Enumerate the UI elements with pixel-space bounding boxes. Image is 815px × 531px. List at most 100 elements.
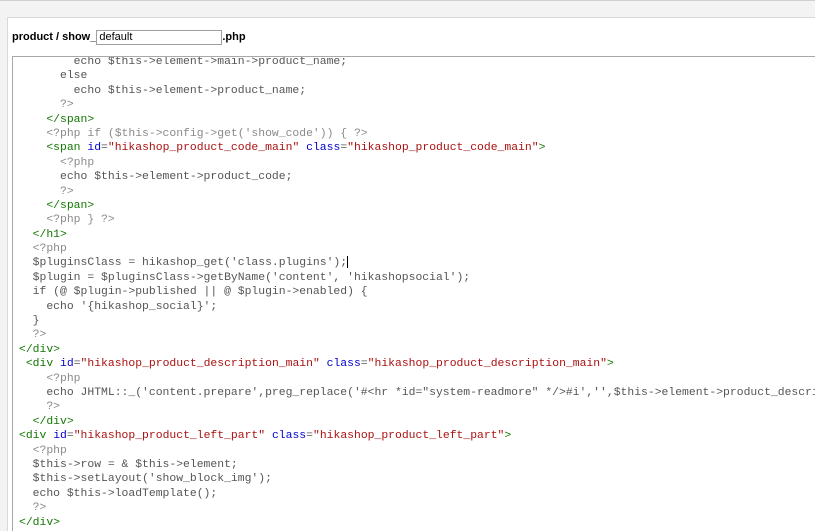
- code-token-str: "hikashop_product_code_main": [347, 142, 539, 155]
- code-line: <?php: [19, 156, 815, 170]
- code-line: $pluginsClass = hikashop_get('class.plug…: [19, 256, 815, 270]
- file-name-header: product / show_ .php: [12, 28, 246, 46]
- code-line: <?php: [19, 242, 815, 256]
- code-line: <div id="hikashop_product_description_ma…: [19, 357, 815, 371]
- code-token-str: "hikashop_product_left_part": [73, 430, 266, 443]
- code-token-attr: id: [60, 358, 74, 371]
- code-token-attr: class: [306, 142, 341, 155]
- code-line: </span>: [19, 113, 815, 127]
- code-token-text: }: [19, 315, 40, 328]
- code-token-php: ?>: [19, 329, 47, 342]
- code-line: ?>: [19, 98, 815, 112]
- code-token-tag: >: [504, 430, 512, 443]
- code-line: ?>: [19, 185, 815, 199]
- code-line: </h1>: [19, 228, 815, 242]
- code-line: </span>: [19, 199, 815, 213]
- code-token-tag: </div>: [19, 516, 61, 529]
- code-editor[interactable]: echo $this->element->main->product_name;…: [12, 56, 815, 531]
- code-token-text: $pluginsClass = hikashop_get('class.plug…: [19, 257, 348, 270]
- code-token-tag: <span: [46, 142, 81, 155]
- code-token-text: else: [19, 70, 88, 83]
- code-line: $this->setLayout('show_block_img');: [19, 472, 815, 486]
- code-token-tag: </div>: [19, 343, 61, 356]
- code-token-str: "hikashop_product_description_main": [80, 358, 320, 371]
- code-token-attr: class: [326, 358, 361, 371]
- code-line: <span id="hikashop_product_code_main" cl…: [19, 141, 815, 155]
- code-line: <?php if ($this->config->get('show_code'…: [19, 127, 815, 141]
- template-name-input[interactable]: [96, 29, 223, 45]
- code-line: $this->row = & $this->element;: [19, 458, 815, 472]
- code-token-tag: >: [538, 142, 546, 155]
- code-token-php: <?php: [19, 372, 81, 385]
- code-token-attr: id: [53, 430, 67, 443]
- code-token-tag: </span>: [46, 199, 95, 212]
- code-token-php: ?>: [19, 185, 74, 198]
- code-line: </div>: [19, 415, 815, 429]
- code-line: ?>: [19, 501, 815, 515]
- code-line: <div id="hikashop_product_left_part" cla…: [19, 429, 815, 443]
- code-token-text: =: [66, 430, 74, 443]
- code-line: if (@ $plugin->published || @ $plugin->e…: [19, 285, 815, 299]
- code-token-php: <?php: [19, 156, 95, 169]
- code-token-text: $plugin = $pluginsClass->getByName('cont…: [19, 271, 471, 284]
- code-line: echo '{hikashop_social}';: [19, 300, 815, 314]
- code-line: </div>: [19, 516, 815, 530]
- code-token-tag: </h1>: [32, 228, 67, 241]
- code-token-text: echo $this->element->main->product_name;: [19, 56, 348, 68]
- code-token-text: echo $this->element->product_code;: [19, 171, 293, 184]
- code-token-text: echo $this->loadTemplate();: [19, 487, 218, 500]
- code-token-tag: >: [606, 358, 614, 371]
- code-token-attr: class: [271, 430, 307, 443]
- code-line: <?php: [19, 444, 815, 458]
- code-token-php: <?php: [19, 243, 67, 256]
- code-line: else: [19, 69, 815, 83]
- code-token-text: echo '{hikashop_social}';: [19, 300, 218, 313]
- code-line: echo $this->loadTemplate();: [19, 487, 815, 501]
- code-line: ?>: [19, 400, 815, 414]
- code-token-text: =: [101, 142, 108, 155]
- code-token-text: echo JHTML::_('content.prepare',preg_rep…: [19, 386, 815, 399]
- code-token-tag: <div: [19, 430, 47, 443]
- code-token-tag: </div>: [32, 415, 74, 428]
- code-line: echo $this->element->product_name;: [19, 84, 815, 98]
- code-token-php: ?>: [19, 502, 47, 515]
- code-token-str: "hikashop_product_description_main": [367, 358, 607, 371]
- code-content: echo $this->element->main->product_name;…: [19, 56, 815, 531]
- code-token-php: <?php if ($this->config->get('show_code'…: [19, 127, 368, 140]
- code-token-text: if (@ $plugin->published || @ $plugin->e…: [19, 286, 368, 299]
- code-token-text: =: [306, 430, 313, 443]
- text-cursor: [347, 256, 349, 269]
- code-line: </div>: [19, 343, 815, 357]
- code-token-text: =: [360, 358, 368, 371]
- code-token-str: "hikashop_product_left_part": [312, 430, 505, 443]
- code-token-attr: id: [87, 142, 102, 155]
- code-token-php: <?php: [19, 444, 67, 457]
- code-token-php: ?>: [19, 401, 61, 414]
- code-token-php: ?>: [19, 99, 74, 112]
- code-token-text: =: [73, 358, 81, 371]
- code-line: <?php: [19, 372, 815, 386]
- code-line: $plugin = $pluginsClass->getByName('cont…: [19, 271, 815, 285]
- file-extension: .php: [222, 31, 246, 43]
- code-token-php: <?php } ?>: [19, 214, 115, 227]
- code-line: }: [19, 314, 815, 328]
- code-token-tag: <div: [25, 358, 54, 371]
- code-token-str: "hikashop_product_code_main": [107, 142, 300, 155]
- code-token-text: $this->row = & $this->element;: [19, 458, 238, 471]
- code-line: ?>: [19, 328, 815, 342]
- code-line: echo JHTML::_('content.prepare',preg_rep…: [19, 386, 815, 400]
- code-token-tag: </span>: [46, 113, 95, 126]
- code-token-text: echo $this->element->product_name;: [19, 84, 307, 97]
- code-line: echo $this->element->product_code;: [19, 170, 815, 184]
- code-line: echo $this->element->main->product_name;: [19, 56, 815, 69]
- file-path-prefix: product / show_: [12, 31, 97, 43]
